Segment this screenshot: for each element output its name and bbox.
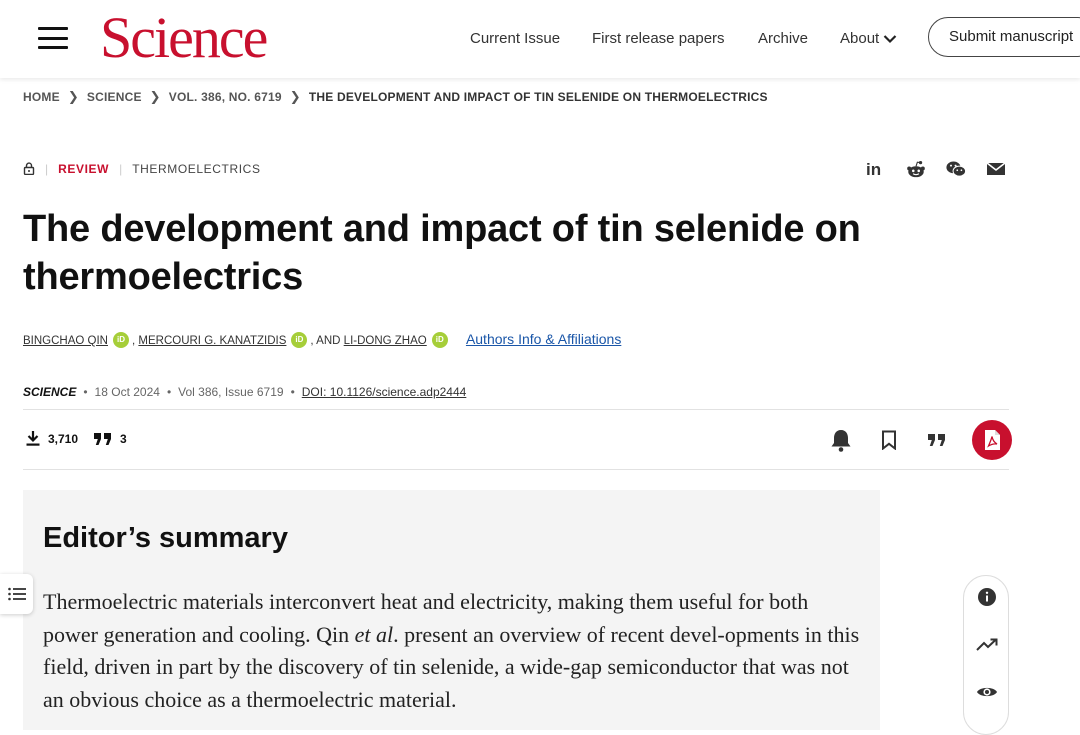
nav-first-release[interactable]: First release papers (592, 30, 725, 47)
reddit-icon[interactable] (906, 158, 926, 180)
info-icon[interactable] (976, 586, 998, 608)
doi-link[interactable]: DOI: 10.1126/science.adp2444 (302, 385, 467, 399)
cite-icon[interactable] (924, 420, 950, 460)
share-bar: in (866, 158, 1006, 180)
journal-name[interactable]: SCIENCE (23, 385, 76, 399)
breadcrumb-home[interactable]: HOME (23, 90, 60, 104)
trending-icon[interactable] (976, 634, 998, 656)
lock-icon (23, 162, 35, 176)
article-meta: | REVIEW | THERMOELECTRICS (23, 162, 261, 176)
download-icon (26, 431, 40, 446)
chevron-right-icon: ❯ (67, 89, 79, 104)
author-link[interactable]: BINGCHAO QIN (23, 335, 108, 347)
svg-text:in: in (866, 160, 881, 178)
submit-manuscript-button[interactable]: Submit manuscript (928, 17, 1080, 57)
orcid-icon[interactable]: iD (112, 331, 129, 348)
bookmark-icon[interactable] (876, 420, 902, 460)
email-icon[interactable] (986, 158, 1006, 180)
citations-metric[interactable]: 3 (94, 432, 127, 446)
downloads-metric[interactable]: 3,710 (26, 431, 78, 446)
author-list: BINGCHAO QIN iD, MERCOURI G. KANATZIDIS iD… (23, 331, 622, 348)
breadcrumb: HOME ❯ SCIENCE ❯ VOL. 386, NO. 6719 ❯ THE DEVE… (23, 89, 768, 105)
divider (23, 409, 1009, 410)
list-icon (7, 587, 26, 601)
chevron-right-icon: ❯ (149, 89, 161, 104)
right-tool-rail (963, 575, 1009, 735)
nav-about[interactable]: About (840, 30, 897, 47)
menu-icon[interactable] (38, 27, 68, 49)
breadcrumb-science[interactable]: SCIENCE (87, 90, 142, 104)
nav-current-issue[interactable]: Current Issue (470, 30, 560, 47)
nav-archive[interactable]: Archive (758, 30, 808, 47)
citation-line: SCIENCE • 18 Oct 2024 • Vol 386, Issue 6719 •… (23, 385, 467, 399)
article-topic[interactable]: THERMOELECTRICS (132, 162, 260, 176)
affiliations-link[interactable]: Authors Info & Affiliations (466, 331, 621, 347)
nav-about-label: About (840, 30, 880, 47)
site-logo[interactable]: Science (100, 6, 268, 70)
article-type[interactable]: REVIEW (58, 162, 109, 176)
linkedin-icon[interactable]: in (866, 158, 886, 180)
author-link[interactable]: MERCOURI G. KANATZIDIS (138, 335, 286, 347)
downloads-count: 3,710 (48, 431, 79, 446)
breadcrumb-volume[interactable]: VOL. 386, NO. 6719 (169, 90, 282, 104)
editors-summary: Editor’s summary Thermoelectric material… (23, 490, 880, 730)
citations-count: 3 (120, 431, 127, 446)
publish-date: 18 Oct 2024 (94, 385, 160, 399)
article-metrics: 3,710 3 (26, 431, 143, 446)
author-link[interactable]: LI-DONG ZHAO (344, 335, 427, 347)
chevron-right-icon: ❯ (289, 89, 301, 104)
summary-text: Thermoelectric materials interconvert he… (43, 589, 860, 712)
divider (23, 469, 1009, 470)
chevron-down-icon (883, 35, 897, 44)
pdf-download-button[interactable] (972, 420, 1012, 460)
quote-icon (94, 432, 112, 445)
pdf-icon (985, 430, 1000, 450)
orcid-icon[interactable]: iD (291, 331, 308, 348)
bell-icon[interactable] (828, 420, 854, 460)
orcid-icon[interactable]: iD (431, 331, 448, 348)
article-title: The development and impact of tin seleni… (23, 208, 861, 298)
wechat-icon[interactable] (946, 158, 966, 180)
table-of-contents-toggle[interactable] (0, 574, 33, 614)
summary-heading: Editor’s summary (43, 522, 288, 554)
volume-issue[interactable]: Vol 386, Issue 6719 (178, 385, 283, 399)
site-header: Science Current Issue First release pape… (0, 0, 1080, 78)
article-actions (828, 420, 1012, 460)
breadcrumb-current: THE DEVELOPMENT AND IMPACT OF TIN SELENI… (308, 90, 768, 104)
eye-icon[interactable] (976, 681, 998, 703)
